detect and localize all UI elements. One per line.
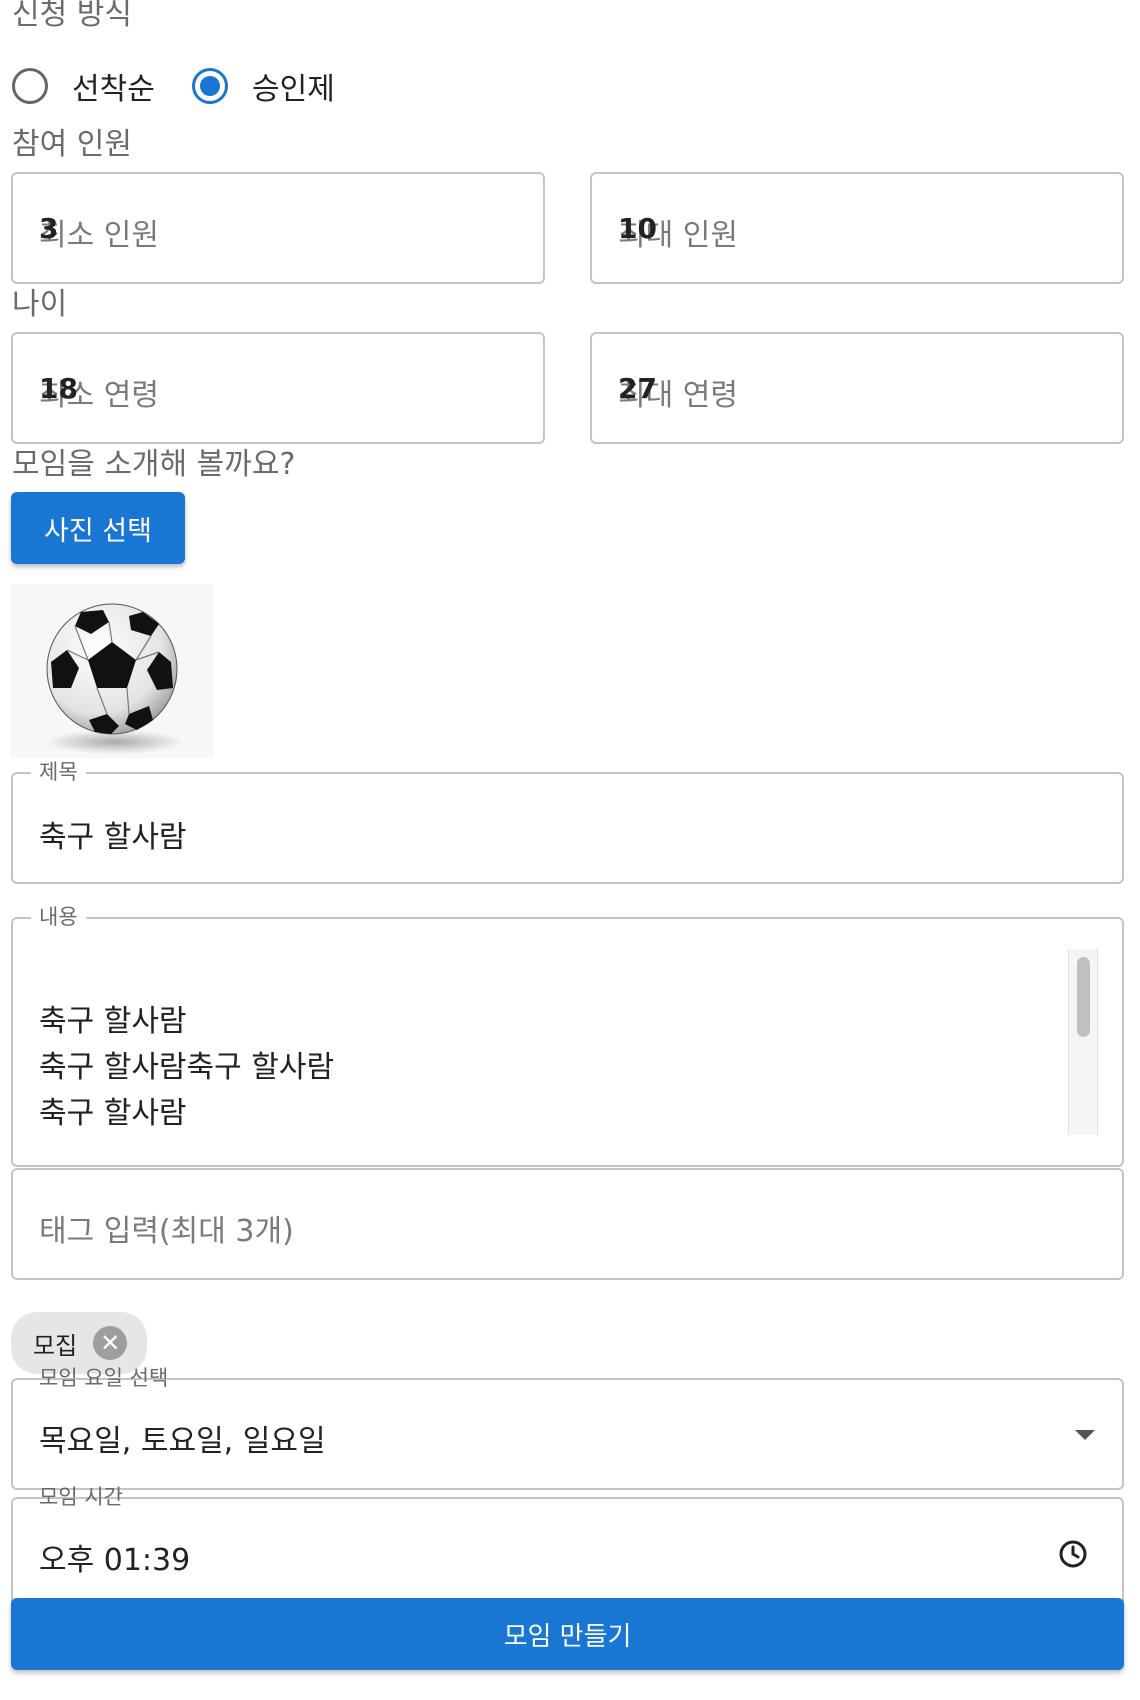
content-line: 축구 할사람축구 할사람 — [39, 1050, 335, 1085]
tag-input-placeholder: 태그 입력(최대 3개) — [39, 1214, 294, 1249]
min-age-value: 18 — [39, 372, 78, 405]
intro-label: 모임을 소개해 볼까요? — [12, 447, 296, 482]
radio-approval-circle[interactable] — [192, 68, 228, 104]
title-value: 축구 할사람 — [39, 820, 187, 855]
tag-input[interactable]: 태그 입력(최대 3개) — [11, 1168, 1124, 1280]
time-input[interactable]: 모임 시간 오후 01:39 — [11, 1485, 1124, 1609]
time-value: 오후 01:39 — [39, 1543, 191, 1578]
max-participants-input[interactable]: 최대 인원 10 — [590, 172, 1124, 284]
max-age-value: 27 — [618, 372, 657, 405]
content-legend: 내용 — [31, 905, 86, 929]
age-label: 나이 — [12, 287, 68, 322]
close-circle-icon[interactable]: ✕ — [93, 1326, 128, 1360]
radio-approval-label: 승인제 — [252, 72, 335, 107]
content-scrollbar-track[interactable] — [1068, 949, 1098, 1135]
content-text: 축구 할사람 축구 할사람축구 할사람 축구 할사람 — [39, 999, 334, 1137]
radio-first-come-circle[interactable] — [12, 68, 48, 104]
tag-chip-label: 모집 — [33, 1331, 78, 1360]
title-legend: 제목 — [31, 760, 86, 784]
photo-select-button[interactable]: 사진 선택 — [11, 492, 185, 564]
days-value: 목요일, 토요일, 일요일 — [39, 1424, 326, 1459]
radio-selected-dot — [200, 76, 220, 96]
participants-label: 참여 인원 — [12, 127, 132, 162]
min-age-input[interactable]: 최소 연령 18 — [11, 332, 545, 444]
content-line: 축구 할사람 — [39, 1096, 187, 1131]
radio-approval[interactable]: 승인제 — [192, 64, 335, 108]
tag-chip[interactable]: 모집 ✕ — [11, 1312, 147, 1374]
max-participants-value: 10 — [618, 212, 657, 245]
days-legend: 모임 요일 선택 — [39, 1366, 169, 1390]
content-line: 축구 할사람 — [39, 1004, 187, 1039]
soccer-ball-image — [45, 603, 185, 754]
content-textarea[interactable]: 내용 축구 할사람 축구 할사람축구 할사람 축구 할사람 — [11, 905, 1124, 1167]
min-participants-value: 3 — [39, 212, 59, 245]
time-legend: 모임 시간 — [39, 1485, 123, 1509]
radio-first-come[interactable]: 선착순 — [12, 64, 155, 108]
radio-first-come-label: 선착순 — [72, 72, 155, 107]
days-select[interactable]: 모임 요일 선택 목요일, 토요일, 일요일 — [11, 1366, 1124, 1490]
content-scrollbar-thumb[interactable] — [1077, 957, 1090, 1037]
uploaded-photo — [11, 584, 213, 758]
apply-method-label: 신청 방식 — [12, 0, 132, 32]
create-meeting-button[interactable]: 모임 만들기 — [11, 1598, 1124, 1670]
caret-down-icon[interactable] — [1074, 1428, 1096, 1442]
title-input[interactable]: 제목 축구 할사람 — [11, 760, 1124, 884]
min-participants-input[interactable]: 최소 인원 3 — [11, 172, 545, 284]
max-age-input[interactable]: 최대 연령 27 — [590, 332, 1124, 444]
clock-icon[interactable] — [1058, 1539, 1088, 1569]
